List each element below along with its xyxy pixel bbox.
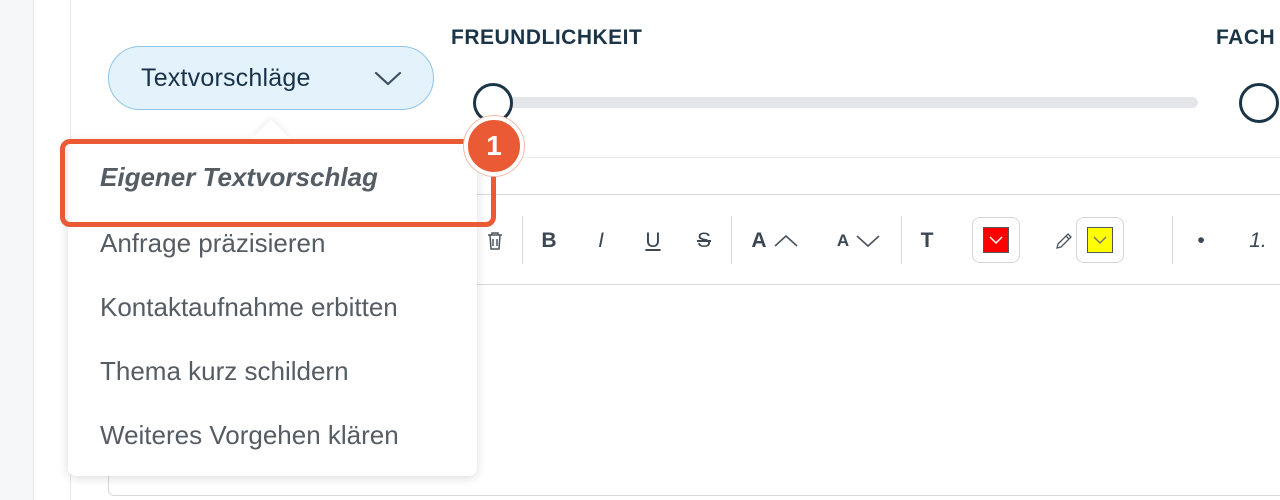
bullet-list-button[interactable]: •	[1194, 224, 1208, 258]
slider-label-fach: FACH	[1216, 26, 1276, 49]
chevron-down-icon	[856, 235, 880, 248]
bold-button[interactable]: B	[540, 224, 558, 258]
dropdown-label: Textvorschläge	[141, 63, 311, 92]
font-size-down-letter: A	[836, 231, 850, 250]
slider-track-friendliness[interactable]	[490, 97, 1198, 108]
chevron-down-icon	[374, 71, 402, 86]
strikethrough-button[interactable]: S	[694, 224, 714, 258]
annotation-badge: 1	[464, 116, 524, 176]
left-sidebar-strip	[0, 0, 34, 500]
menu-item-clarify-next-steps[interactable]: Weiteres Vorgehen klären	[100, 420, 399, 451]
text-color-button[interactable]	[972, 217, 1020, 263]
toolbar-separator	[731, 216, 732, 264]
annotation-highlight	[60, 139, 496, 227]
highlight-color-swatch	[1087, 227, 1113, 253]
text-style-button[interactable]: T	[918, 224, 936, 258]
toolbar-separator	[522, 216, 523, 264]
pencil-icon[interactable]	[1054, 224, 1074, 258]
menu-item-request-contact[interactable]: Kontaktaufnahme erbitten	[100, 292, 398, 323]
font-size-up-button[interactable]: A	[745, 224, 805, 258]
chevron-down-icon	[989, 235, 1003, 244]
menu-item-describe-topic[interactable]: Thema kurz schildern	[100, 356, 349, 387]
toolbar-separator	[901, 216, 902, 264]
underline-button[interactable]: U	[643, 224, 663, 258]
toolbar-separator	[1172, 216, 1173, 264]
text-color-swatch	[983, 227, 1009, 253]
font-size-up-letter: A	[751, 229, 767, 252]
font-size-down-button[interactable]: A	[832, 224, 886, 258]
chevron-up-icon	[774, 234, 798, 247]
text-suggestions-dropdown[interactable]: Textvorschläge	[108, 46, 434, 110]
ordered-list-button[interactable]: 1.	[1246, 224, 1270, 258]
slider-label-friendliness: FREUNDLICHKEIT	[451, 26, 643, 49]
trash-icon[interactable]	[484, 224, 506, 258]
slider-thumb-fach[interactable]	[1239, 83, 1279, 123]
highlight-color-button[interactable]	[1076, 217, 1124, 263]
menu-item-refine-request[interactable]: Anfrage präzisieren	[100, 228, 325, 259]
italic-button[interactable]: I	[594, 224, 608, 258]
chevron-down-icon	[1093, 235, 1107, 244]
